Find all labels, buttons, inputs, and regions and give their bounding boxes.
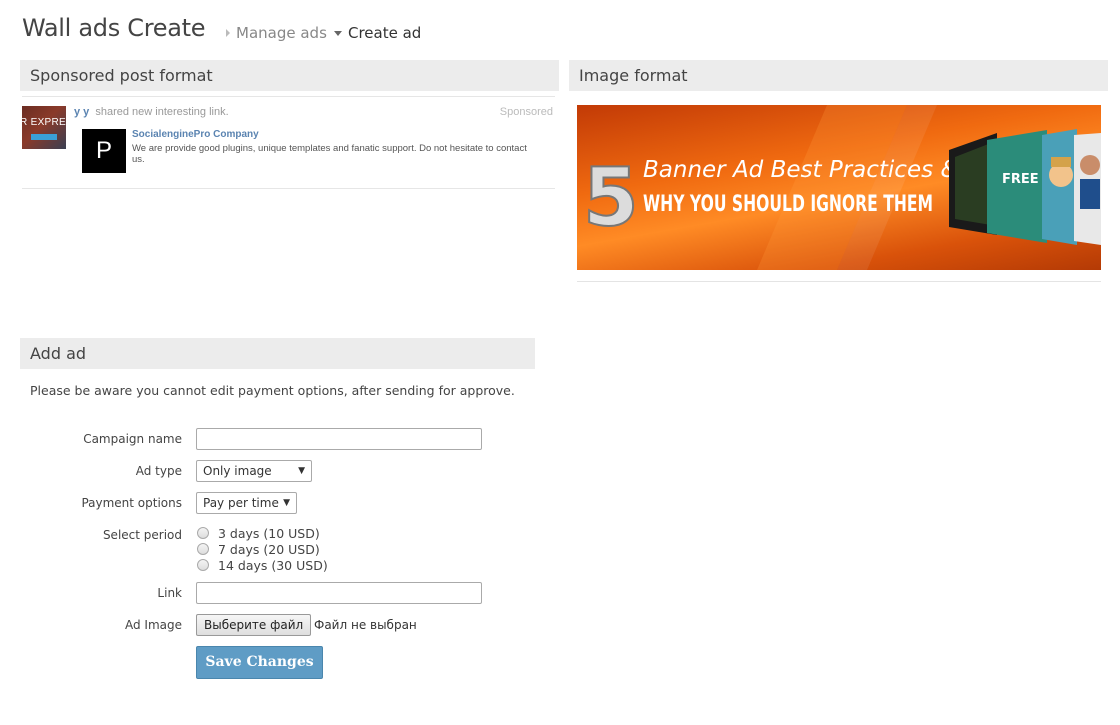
select-period-label: Select period	[102, 528, 182, 542]
page-title: Wall ads Create	[22, 14, 206, 42]
ad-type-value: Only image	[203, 464, 272, 478]
divider	[577, 281, 1101, 282]
period-option-label: 14 days (30 USD)	[218, 557, 328, 573]
period-option-label: 7 days (20 USD)	[218, 541, 320, 557]
save-changes-button[interactable]: Save Changes	[196, 646, 323, 679]
banner-image: 5 Banner Ad Best Practices & WHY YOU SHO…	[577, 105, 1101, 270]
payment-notice: Please be aware you cannot edit payment …	[30, 383, 515, 398]
banner-free-text: FREE	[1002, 172, 1039, 187]
thumbnail-button-graphic	[31, 134, 57, 140]
campaign-name-input[interactable]	[196, 428, 482, 450]
payment-options-select[interactable]: Pay per time ▼	[196, 492, 297, 514]
banner-artwork: 5 Banner Ad Best Practices & WHY YOU SHO…	[582, 105, 1101, 270]
add-ad-heading: Add ad	[20, 338, 535, 369]
post-action-text: shared new interesting link.	[95, 106, 229, 118]
link-input[interactable]	[196, 582, 482, 604]
image-format-heading: Image format	[569, 60, 1108, 91]
ad-type-select[interactable]: Only image ▼	[196, 460, 312, 482]
sponsored-format-heading: Sponsored post format	[20, 60, 559, 91]
banner-number: 5	[583, 151, 639, 244]
company-link[interactable]: SocialenginePro Company	[132, 129, 259, 140]
banner-headline-2: WHY YOU SHOULD IGNORE THEM	[643, 192, 933, 217]
sponsored-post-preview: R EXPRES y y shared new interesting link…	[22, 96, 555, 189]
thumbnail-text: R EXPRES	[22, 117, 66, 128]
campaign-name-label: Campaign name	[83, 432, 182, 446]
ad-type-label: Ad type	[135, 464, 182, 478]
nav-create-ad[interactable]: Create ad	[334, 24, 421, 42]
nav-manage-ads-label: Manage ads	[236, 24, 327, 42]
payment-options-label: Payment options	[81, 496, 182, 510]
ad-thumbnail: R EXPRES	[22, 106, 66, 149]
choose-file-button[interactable]: Выберите файл	[196, 614, 312, 636]
nav-manage-ads[interactable]: Manage ads	[226, 24, 327, 42]
company-logo[interactable]: P	[82, 129, 126, 173]
radio-button[interactable]	[197, 543, 209, 555]
caret-right-icon	[226, 29, 230, 37]
file-status-text: Файл не выбран	[314, 618, 417, 632]
period-option-7-days[interactable]: 7 days (20 USD)	[196, 541, 320, 557]
link-label: Link	[157, 586, 182, 600]
ad-image-label: Ad Image	[124, 618, 182, 632]
sponsored-label: Sponsored	[499, 106, 553, 118]
radio-button[interactable]	[197, 527, 209, 539]
post-user-link[interactable]: y y	[74, 106, 89, 118]
nav-create-ad-label: Create ad	[348, 24, 422, 42]
payment-options-value: Pay per time	[203, 496, 279, 510]
radio-button[interactable]	[197, 559, 209, 571]
post-header-line: y y shared new interesting link.	[74, 106, 229, 118]
period-option-label: 3 days (10 USD)	[218, 525, 320, 541]
company-description: We are provide good plugins, unique temp…	[132, 143, 527, 165]
period-option-14-days[interactable]: 14 days (30 USD)	[196, 557, 328, 573]
dropdown-arrow-icon: ▼	[283, 498, 290, 508]
period-option-3-days[interactable]: 3 days (10 USD)	[196, 525, 320, 541]
dropdown-arrow-icon: ▼	[298, 466, 305, 476]
caret-down-icon	[334, 30, 342, 36]
banner-headline-1: Banner Ad Best Practices &	[643, 157, 958, 183]
